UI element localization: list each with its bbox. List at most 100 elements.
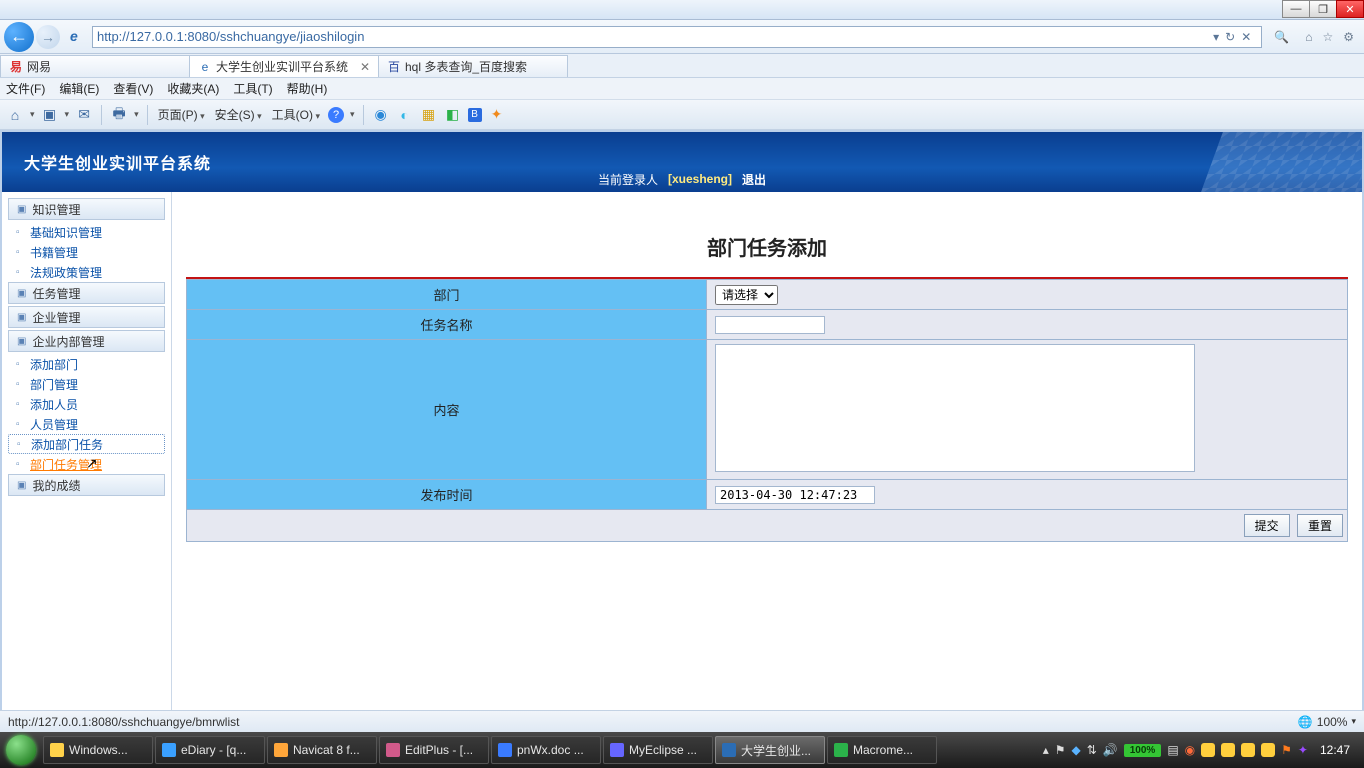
dept-select[interactable]: 请选择 [715, 285, 778, 305]
battery-indicator[interactable]: 100% [1124, 744, 1162, 757]
clock[interactable]: 12:47 [1314, 743, 1356, 757]
menu-fav[interactable]: 收藏夹(A) [167, 80, 219, 97]
label-task-name: 任务名称 [187, 310, 707, 340]
sidebar-item[interactable]: 添加部门任务 [8, 434, 165, 454]
content-textarea[interactable] [715, 344, 1195, 472]
menu-file[interactable]: 文件(F) [6, 80, 45, 97]
app-icon [834, 743, 848, 757]
window-close-button[interactable]: ✕ [1336, 0, 1364, 18]
tab-netease[interactable]: 易 网易 [0, 55, 190, 77]
taskbar-item[interactable]: Windows... [43, 736, 153, 764]
sidebar-item[interactable]: 添加人员 [8, 394, 165, 414]
taskbar-item[interactable]: Macrome... [827, 736, 937, 764]
taskbar-item-label: Windows... [69, 743, 128, 757]
tools-menu[interactable]: 工具(O) [270, 106, 322, 123]
tray-icon[interactable]: ✦ [1298, 743, 1308, 757]
sidebar-group-head[interactable]: 知识管理 [8, 198, 165, 220]
tray-flag-icon[interactable]: ⚑ [1281, 743, 1292, 757]
menu-bar: 文件(F) 编辑(E) 查看(V) 收藏夹(A) 工具(T) 帮助(H) [0, 78, 1364, 100]
app-icon [386, 743, 400, 757]
back-button[interactable]: ← [4, 22, 34, 52]
tab-app[interactable]: e 大学生创业实训平台系统 ✕ [189, 55, 379, 77]
qq-icon[interactable] [1241, 743, 1255, 757]
print-icon[interactable]: 🖶 [110, 106, 128, 124]
zoom-dropdown-icon[interactable]: ▾ [1351, 716, 1356, 727]
safety-menu[interactable]: 安全(S) [213, 106, 264, 123]
sidebar-item[interactable]: 书籍管理 [8, 242, 165, 262]
sidebar-item[interactable]: 基础知识管理 [8, 222, 165, 242]
app-icon [162, 743, 176, 757]
sidebar-group-head[interactable]: 任务管理 [8, 282, 165, 304]
label-content: 内容 [187, 340, 707, 480]
home-icon[interactable]: ⌂ [6, 106, 24, 124]
gear-icon[interactable]: ⚙ [1343, 30, 1354, 44]
sidebar-item[interactable]: 部门任务管理↖ [8, 454, 165, 474]
orange-icon[interactable]: ✦ [488, 106, 506, 124]
address-bar[interactable]: ▾ ↻ ✕ [92, 26, 1262, 48]
qq-icon[interactable] [1261, 743, 1275, 757]
sidebar-item[interactable]: 人员管理 [8, 414, 165, 434]
stop-icon[interactable]: ✕ [1241, 30, 1251, 44]
taskbar-item[interactable]: eDiary - [q... [155, 736, 265, 764]
taskbar-item[interactable]: Navicat 8 f... [267, 736, 377, 764]
mail-icon[interactable]: ✉ [75, 106, 93, 124]
dropdown-icon[interactable]: ▾ [1213, 30, 1219, 44]
login-label: 当前登录人 [598, 171, 658, 188]
app-icon [610, 743, 624, 757]
page-menu[interactable]: 页面(P) [156, 106, 207, 123]
zoom-label: 100% [1317, 715, 1348, 729]
sidebar-item[interactable]: 添加部门 [8, 354, 165, 374]
refresh-icon[interactable]: ↻ [1225, 30, 1235, 44]
sidebar-item[interactable]: 部门管理 [8, 374, 165, 394]
feeds-icon[interactable]: ▣ [41, 106, 59, 124]
submit-button[interactable]: 提交 [1244, 514, 1290, 537]
window-minimize-button[interactable]: — [1282, 0, 1310, 18]
tab-baidu[interactable]: 百 hql 多表查询_百度搜索 [378, 55, 568, 77]
menu-help[interactable]: 帮助(H) [287, 80, 328, 97]
close-icon[interactable]: ✕ [360, 60, 370, 74]
bt-icon[interactable]: B [468, 108, 482, 122]
windows-icon [6, 735, 36, 765]
tab-label: hql 多表查询_百度搜索 [405, 58, 527, 75]
globe-icon[interactable]: ◉ [372, 106, 390, 124]
start-button[interactable] [0, 732, 42, 768]
search-icon[interactable]: 🔍 [1268, 30, 1295, 44]
tray-icon[interactable]: ▤ [1167, 743, 1178, 757]
url-input[interactable] [97, 29, 1207, 44]
taskbar-item[interactable]: 大学生创业... [715, 736, 825, 764]
task-name-input[interactable] [715, 316, 825, 334]
sidebar-group-head[interactable]: 企业内部管理 [8, 330, 165, 352]
qq-icon[interactable] [1221, 743, 1235, 757]
favorites-icon[interactable]: ☆ [1322, 30, 1333, 44]
forward-button[interactable]: → [36, 25, 60, 49]
sidebar-item[interactable]: 法规政策管理 [8, 262, 165, 282]
ie-icon: e [198, 60, 212, 74]
tray-volume-icon[interactable]: 🔊 [1103, 743, 1118, 757]
taskbar-item[interactable]: pnWx.doc ... [491, 736, 601, 764]
globe2-icon[interactable]: ◐ [396, 106, 414, 124]
tray-icon[interactable]: ◆ [1071, 743, 1080, 757]
menu-view[interactable]: 查看(V) [113, 80, 153, 97]
tray-icon[interactable]: ◉ [1185, 743, 1195, 757]
logout-link[interactable]: 退出 [742, 171, 766, 188]
taskbar-item[interactable]: MyEclipse ... [603, 736, 713, 764]
app-icon [722, 743, 736, 757]
qq-icon[interactable] [1201, 743, 1215, 757]
baidu-icon: 百 [387, 58, 401, 75]
sidebar-group-head[interactable]: 我的成绩 [8, 474, 165, 496]
sidebar-group-head[interactable]: 企业管理 [8, 306, 165, 328]
green-icon[interactable]: ◧ [444, 106, 462, 124]
menu-tools[interactable]: 工具(T) [233, 80, 272, 97]
tray-network-icon[interactable]: ⇅ [1087, 743, 1097, 757]
tray-chevron-icon[interactable]: ▴ [1043, 743, 1049, 757]
publish-time-input[interactable] [715, 486, 875, 504]
taskbar-item-label: eDiary - [q... [181, 743, 246, 757]
window-maximize-button[interactable]: ❐ [1309, 0, 1337, 18]
home-icon[interactable]: ⌂ [1305, 30, 1312, 44]
reset-button[interactable]: 重置 [1297, 514, 1343, 537]
menu-edit[interactable]: 编辑(E) [59, 80, 99, 97]
taskbar-item[interactable]: EditPlus - [... [379, 736, 489, 764]
help-icon[interactable]: ? [328, 107, 344, 123]
yellow-icon[interactable]: ▦ [420, 106, 438, 124]
tray-icon[interactable]: ⚑ [1055, 743, 1066, 757]
